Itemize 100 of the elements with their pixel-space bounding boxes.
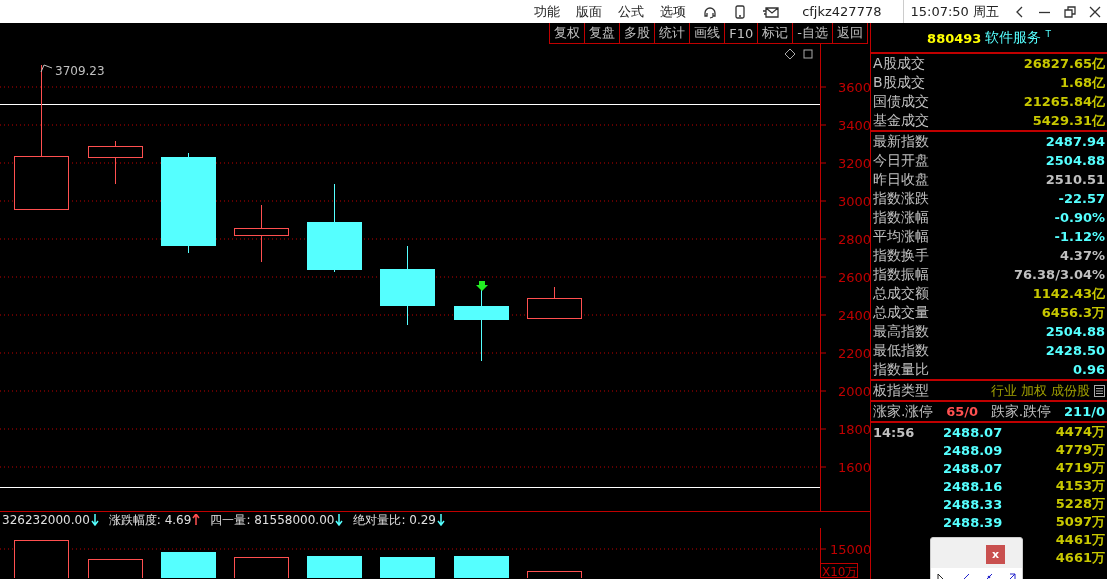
stat-label: 国债成交 xyxy=(873,92,929,111)
axis-label: 1600 xyxy=(838,460,870,475)
menu-item[interactable]: 选项 xyxy=(652,2,695,21)
candlestick xyxy=(527,286,582,319)
unit-label: X10万 xyxy=(820,563,858,578)
close-icon[interactable] xyxy=(1088,5,1101,18)
diamond-icon[interactable] xyxy=(784,48,796,60)
menu-item[interactable]: 公式 xyxy=(610,2,653,21)
arrow-down-icon xyxy=(476,281,488,291)
tick-price: 2488.33 xyxy=(943,496,1004,512)
stat-value: 1.68亿 xyxy=(1059,73,1105,92)
tick-price: 2488.07 xyxy=(943,424,1004,440)
stat-label: 基金成交 xyxy=(873,111,929,130)
stock-code: 880493 xyxy=(927,30,982,46)
board-tag[interactable]: 行业 xyxy=(991,381,1017,400)
axis-label: 3000 xyxy=(838,194,870,209)
stat-label: 最新指数 xyxy=(873,132,929,151)
axis-label: 1800 xyxy=(838,422,870,437)
toolbar-button[interactable]: 返回 xyxy=(832,23,868,44)
phone-icon[interactable] xyxy=(735,4,746,19)
tick-volume: 4779万 xyxy=(1054,441,1105,459)
breadth-value: 211/0 xyxy=(1064,404,1105,419)
tick-volume: 4719万 xyxy=(1054,459,1105,477)
stat-label: A股成交 xyxy=(873,54,925,73)
headset-icon[interactable] xyxy=(703,4,718,19)
stat-label: B股成交 xyxy=(873,73,925,92)
user-name[interactable]: cfjkz427778 xyxy=(802,4,882,19)
volume-bar xyxy=(454,556,509,578)
toolbar-button[interactable]: 复权 xyxy=(549,23,585,44)
tick-volume: 5228万 xyxy=(1054,495,1105,513)
tick-price: 2488.09 xyxy=(943,442,1004,458)
tick-volume: 4474万 xyxy=(1054,423,1105,441)
stat-label: 指数振幅 xyxy=(873,265,929,284)
toolbar-button[interactable]: 多股 xyxy=(619,23,655,44)
peak-marker-icon xyxy=(40,64,53,73)
tick-price: 2488.16 xyxy=(943,478,1004,494)
stat-value: 21265.84亿 xyxy=(1023,92,1105,111)
status-label: T xyxy=(1045,29,1051,39)
axis-label: 2400 xyxy=(838,308,870,323)
stat-label: 指数量比 xyxy=(873,360,929,379)
stat-value: 4.37% xyxy=(1059,248,1105,263)
stat-value: 6456.3万 xyxy=(1041,303,1105,322)
stat-value: -22.57 xyxy=(1058,191,1105,206)
axis-label: 3200 xyxy=(838,156,870,171)
stat-value: 2504.88 xyxy=(1045,153,1105,168)
menu-item[interactable]: 版面 xyxy=(568,2,611,21)
stat-value: 2487.94 xyxy=(1045,134,1105,149)
restore-icon[interactable] xyxy=(1063,5,1076,18)
candlestick xyxy=(234,204,289,263)
clock: 15:07:50 周五 xyxy=(903,0,1007,23)
board-tag[interactable]: 加权 xyxy=(1021,381,1047,400)
stat-label: 指数涨跌 xyxy=(873,189,929,208)
axis-label: 15000 xyxy=(830,542,870,557)
stat-value: -0.90% xyxy=(1054,210,1105,225)
stat-label: 指数涨幅 xyxy=(873,208,929,227)
square-icon[interactable] xyxy=(803,49,813,59)
tick-volume: 4153万 xyxy=(1054,477,1105,495)
close-button[interactable]: x xyxy=(986,545,1005,564)
toolbar-button[interactable]: 统计 xyxy=(654,23,690,44)
stat-label: 最高指数 xyxy=(873,322,929,341)
stat-label: 总成交量 xyxy=(873,303,929,322)
volume-bar xyxy=(380,557,435,578)
grid-icon[interactable] xyxy=(1094,384,1105,397)
stat-value: 76.38/3.04% xyxy=(1014,267,1105,282)
axis-label: 2200 xyxy=(838,346,870,361)
stock-name: 软件服务 xyxy=(985,29,1042,47)
volume-bar xyxy=(161,552,216,578)
stat-value: -1.12% xyxy=(1054,229,1105,244)
mail-icon[interactable] xyxy=(763,5,780,18)
breadth-value: 65/0 xyxy=(946,404,979,419)
tick-volume: 4461万 xyxy=(1054,531,1105,549)
stat-value: 5429.31亿 xyxy=(1032,111,1105,130)
indicator-value: 绝对量比: 0.29 xyxy=(353,511,436,529)
menu-item[interactable]: 功能 xyxy=(526,2,569,21)
stat-label: 最低指数 xyxy=(873,341,929,360)
stat-label: 指数换手 xyxy=(873,246,929,265)
stat-label: 板指类型 xyxy=(873,381,929,400)
toolbar-button[interactable]: 画线 xyxy=(689,23,725,44)
indicator-value: 四一量: 81558000.00 xyxy=(210,511,335,529)
stat-value: 1142.43亿 xyxy=(1032,284,1105,303)
indicator-value: 326232000.00 xyxy=(2,513,90,527)
tick-time: 14:56 xyxy=(873,424,916,440)
toolbar-button[interactable]: 标记 xyxy=(757,23,793,44)
tick-price: 2488.39 xyxy=(943,514,1004,530)
breadth-label: 涨家.涨停 xyxy=(873,402,934,421)
toolbar-button[interactable]: -自选 xyxy=(792,23,832,44)
peak-label: 3709.23 xyxy=(55,64,105,78)
tick-price: 2488.07 xyxy=(943,460,1004,476)
back-icon[interactable] xyxy=(1014,5,1025,18)
breadth-label: 跌家.跌停 xyxy=(990,402,1052,421)
board-tag[interactable]: 成份股 xyxy=(1051,381,1090,400)
toolbar-button[interactable]: F10 xyxy=(724,23,758,44)
axis-label: 3600 xyxy=(838,80,870,95)
axis-label: 2000 xyxy=(838,384,870,399)
axis-label: 2800 xyxy=(838,232,870,247)
stat-value: 26827.65亿 xyxy=(1023,54,1105,73)
toolbar-button[interactable]: 复盘 xyxy=(584,23,620,44)
stat-value: 2428.50 xyxy=(1045,343,1105,358)
axis-label: 3400 xyxy=(838,118,870,133)
candlestick xyxy=(88,140,143,185)
